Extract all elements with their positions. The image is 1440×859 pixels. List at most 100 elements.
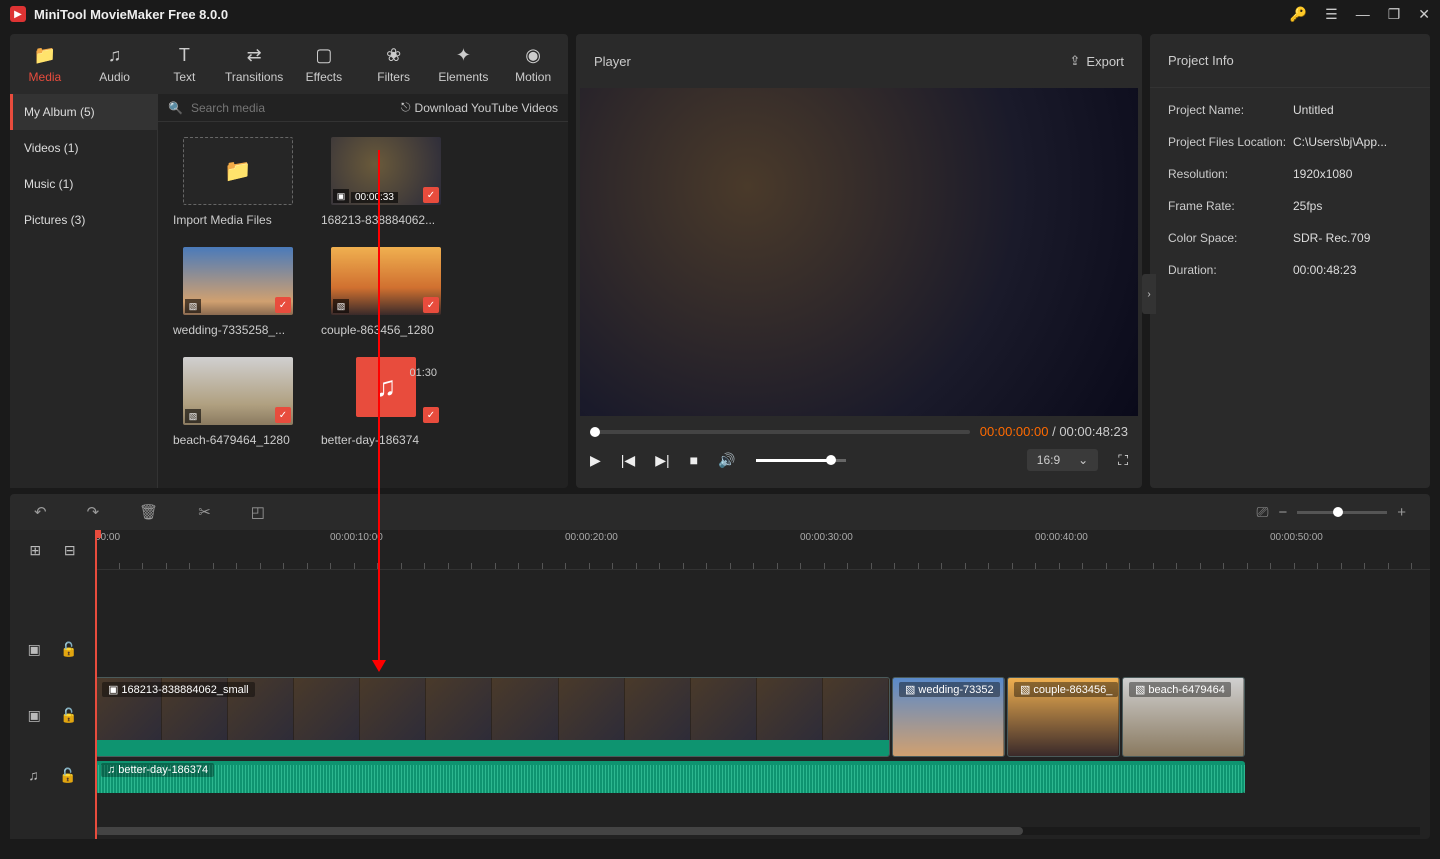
video-preview[interactable] bbox=[580, 88, 1138, 416]
top-tabs: 📁Media ♫Audio TText ⇄Transitions ▢Effect… bbox=[10, 34, 568, 94]
video-clip[interactable]: ▣168213-838884062_small bbox=[95, 677, 890, 757]
tab-text[interactable]: TText bbox=[150, 34, 220, 94]
sidebar-item-pictures[interactable]: Pictures (3) bbox=[10, 202, 157, 238]
export-icon: ⇪ bbox=[1070, 53, 1081, 69]
image-clip[interactable]: ▧wedding-73352 bbox=[892, 677, 1005, 757]
project-info-title: Project Info bbox=[1150, 34, 1430, 88]
video-badge-icon: ▣ bbox=[108, 683, 118, 696]
timeline-ruler[interactable]: 00:0000:00:10:0000:00:20:0000:00:30:0000… bbox=[95, 530, 1430, 570]
next-frame-button[interactable]: ▶| bbox=[655, 452, 669, 469]
timeline-toolbar: ↶ ↷ 🗑 ✂ ◰ ⎚ − + bbox=[10, 494, 1430, 530]
media-caption: better-day-186374 bbox=[321, 433, 451, 447]
timeline-fit-button[interactable]: ⎚ bbox=[1256, 504, 1268, 521]
check-icon: ✓ bbox=[423, 187, 439, 203]
video-badge-icon: ▣ bbox=[333, 189, 349, 203]
import-media-button[interactable]: 📁 Import Media Files bbox=[173, 137, 303, 227]
media-item[interactable]: ▣ 00:00:33 ✓ 168213-838884062... bbox=[321, 137, 451, 227]
media-item[interactable]: ♫ 01:30 ✓ better-day-186374 bbox=[321, 357, 451, 447]
media-caption: wedding-7335258_... bbox=[173, 323, 303, 337]
redo-button[interactable]: ↷ bbox=[87, 503, 100, 521]
info-row: Frame Rate:25fps bbox=[1150, 190, 1430, 222]
sidebar-item-my-album[interactable]: My Album (5) bbox=[10, 94, 157, 130]
sidebar-item-videos[interactable]: Videos (1) bbox=[10, 130, 157, 166]
text-icon: T bbox=[179, 45, 190, 66]
media-caption: beach-6479464_1280 bbox=[173, 433, 303, 447]
image-badge-icon: ▧ bbox=[905, 683, 915, 696]
tab-transitions[interactable]: ⇄Transitions bbox=[219, 34, 289, 94]
music-icon: ♫ bbox=[107, 764, 115, 776]
info-row: Color Space:SDR- Rec.709 bbox=[1150, 222, 1430, 254]
image-clip[interactable]: ▧beach-6479464 bbox=[1122, 677, 1245, 757]
media-grid: 📁 Import Media Files ▣ 00:00:33 ✓ 168213… bbox=[158, 122, 568, 462]
check-icon: ✓ bbox=[275, 297, 291, 313]
image-clip[interactable]: ▧couple-863456_ bbox=[1007, 677, 1120, 757]
app-logo-icon: ▶ bbox=[10, 6, 26, 22]
check-icon: ✓ bbox=[423, 407, 439, 423]
search-input[interactable] bbox=[191, 101, 393, 115]
duration-badge: 00:00:33 bbox=[351, 192, 398, 203]
delete-button[interactable]: 🗑 bbox=[139, 503, 158, 521]
elements-icon: ✦ bbox=[456, 45, 471, 66]
zoom-in-button[interactable]: + bbox=[1397, 504, 1406, 521]
audio-icon: ♫ bbox=[108, 45, 122, 66]
media-caption: 168213-838884062... bbox=[321, 213, 451, 227]
zoom-slider[interactable] bbox=[1297, 511, 1387, 514]
split-button[interactable]: ✂ bbox=[198, 503, 211, 521]
download-youtube-link[interactable]: ⎋Download YouTube Videos bbox=[401, 100, 558, 115]
stop-button[interactable]: ■ bbox=[690, 452, 698, 468]
video-track-icon: ▣ bbox=[28, 707, 41, 724]
fullscreen-button[interactable]: ⛶ bbox=[1118, 452, 1128, 469]
media-caption: couple-863456_1280 bbox=[321, 323, 451, 337]
tab-motion[interactable]: ◉Motion bbox=[498, 34, 568, 94]
check-icon: ✓ bbox=[275, 407, 291, 423]
audio-clip[interactable]: ♫better-day-186374 bbox=[95, 761, 1245, 793]
lock-icon[interactable]: 🔓 bbox=[60, 707, 77, 724]
info-row: Project Name:Untitled bbox=[1150, 94, 1430, 126]
media-item[interactable]: ▧ ✓ beach-6479464_1280 bbox=[173, 357, 303, 447]
effects-icon: ▢ bbox=[315, 45, 332, 66]
lock-icon[interactable]: 🔓 bbox=[60, 641, 77, 658]
timeline-scrollbar[interactable] bbox=[95, 827, 1420, 835]
lock-icon[interactable]: 🔓 bbox=[59, 767, 76, 784]
tab-audio[interactable]: ♫Audio bbox=[80, 34, 150, 94]
volume-slider[interactable] bbox=[756, 459, 846, 462]
seek-bar[interactable] bbox=[590, 430, 970, 434]
player-title: Player bbox=[594, 54, 631, 69]
overlay-track[interactable] bbox=[95, 625, 1430, 673]
crop-button[interactable]: ◰ bbox=[251, 503, 265, 521]
project-info-panel: › Project Info Project Name:Untitled Pro… bbox=[1150, 34, 1430, 488]
media-item[interactable]: ▧ ✓ couple-863456_1280 bbox=[321, 247, 451, 337]
remove-track-button[interactable]: ⊟ bbox=[64, 542, 76, 559]
export-button[interactable]: ⇪Export bbox=[1070, 53, 1124, 69]
tab-elements[interactable]: ✦Elements bbox=[429, 34, 499, 94]
video-track[interactable]: ▣168213-838884062_small ▧wedding-73352 ▧… bbox=[95, 677, 1430, 757]
title-bar: ▶ MiniTool MovieMaker Free 8.0.0 🔑 ☰ — ❐… bbox=[0, 0, 1440, 28]
prev-frame-button[interactable]: |◀ bbox=[621, 452, 635, 469]
undo-button[interactable]: ↶ bbox=[34, 503, 47, 521]
add-track-button[interactable]: ⊞ bbox=[29, 542, 41, 559]
image-badge-icon: ▧ bbox=[1135, 683, 1145, 696]
minimize-button[interactable]: — bbox=[1356, 6, 1370, 22]
aspect-ratio-select[interactable]: 16:9⌄ bbox=[1027, 449, 1098, 471]
sidebar-item-music[interactable]: Music (1) bbox=[10, 166, 157, 202]
maximize-button[interactable]: ❐ bbox=[1388, 6, 1401, 23]
duration-badge: 01:30 bbox=[409, 367, 437, 379]
media-sidebar: My Album (5) Videos (1) Music (1) Pictur… bbox=[10, 94, 158, 488]
collapse-panel-button[interactable]: › bbox=[1142, 274, 1156, 314]
volume-icon[interactable]: 🔊 bbox=[718, 452, 735, 469]
playhead[interactable] bbox=[95, 530, 97, 839]
time-display: 00:00:00:00 / 00:00:48:23 bbox=[980, 424, 1128, 439]
filters-icon: ❀ bbox=[386, 45, 401, 66]
close-button[interactable]: ✕ bbox=[1418, 6, 1430, 23]
image-badge-icon: ▧ bbox=[333, 299, 349, 313]
play-button[interactable]: ▶ bbox=[590, 452, 601, 469]
app-title: MiniTool MovieMaker Free 8.0.0 bbox=[34, 7, 1290, 22]
menu-icon[interactable]: ☰ bbox=[1325, 6, 1338, 23]
tab-filters[interactable]: ❀Filters bbox=[359, 34, 429, 94]
audio-track[interactable]: ♫better-day-186374 bbox=[95, 761, 1430, 793]
tab-media[interactable]: 📁Media bbox=[10, 34, 80, 94]
zoom-out-button[interactable]: − bbox=[1278, 504, 1287, 521]
media-item[interactable]: ▧ ✓ wedding-7335258_... bbox=[173, 247, 303, 337]
tab-effects[interactable]: ▢Effects bbox=[289, 34, 359, 94]
key-icon[interactable]: 🔑 bbox=[1290, 6, 1307, 23]
